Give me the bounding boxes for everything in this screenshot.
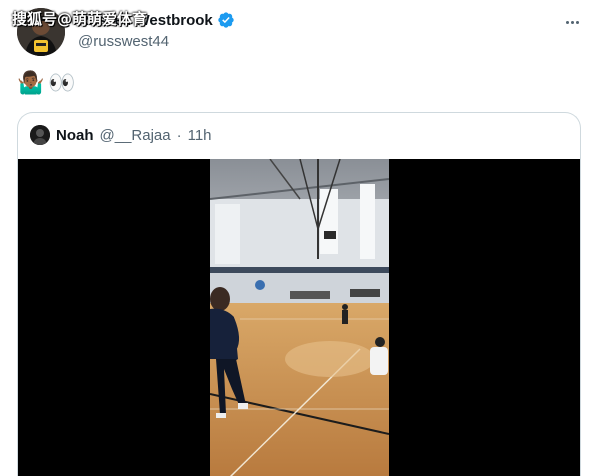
verified-badge-icon (218, 12, 234, 28)
quoted-display-name[interactable]: Noah (56, 127, 94, 144)
video-player[interactable] (18, 159, 580, 476)
watermark: 搜狐号@萌萌爱体育 (12, 10, 148, 28)
quoted-timestamp[interactable]: 11h (188, 127, 212, 144)
quoted-tweet[interactable]: Noah @__Rajaa · 11h (17, 112, 581, 476)
author-handle[interactable]: @russwest44 (78, 33, 169, 50)
gym-video-still (210, 159, 389, 476)
shrug-emoji: 🤷🏾‍♂️ (17, 70, 45, 95)
separator-dot: · (176, 126, 182, 144)
quoted-handle[interactable]: @__Rajaa (100, 127, 171, 144)
video-frame (210, 159, 389, 476)
quoted-tweet-header: Noah @__Rajaa · 11h (30, 125, 212, 145)
tweet-text: 🤷🏾‍♂️ 👀 (17, 70, 76, 96)
quoted-avatar-image (30, 125, 50, 145)
more-options-icon[interactable] (562, 12, 582, 32)
eyes-emoji: 👀 (48, 70, 76, 95)
quoted-avatar[interactable] (30, 125, 50, 145)
